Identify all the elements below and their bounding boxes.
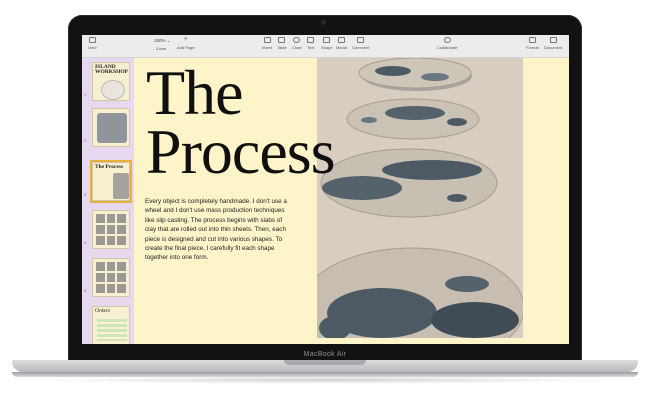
toolbar-label: Zoom	[156, 46, 167, 51]
body-paragraph: Every object is completely handmade. I d…	[145, 198, 287, 262]
lid-notch	[284, 360, 366, 365]
page-number: 2	[84, 138, 87, 143]
document-page[interactable]: The Process Every object is completely h…	[134, 57, 569, 344]
page-thumbnails-sidebar: ISLAND WORKSHOP 1 2 The Process 3 4 5 Or…	[82, 58, 134, 344]
page-thumbnail-3[interactable]: The Process	[90, 160, 132, 203]
base-lip	[12, 372, 638, 377]
media-icon	[337, 37, 345, 43]
toolbar-add-page-button[interactable]: + Add Page	[177, 36, 195, 50]
page-thumbnail-5[interactable]	[92, 258, 130, 297]
table-icon	[278, 37, 286, 43]
toolbar-label: Comment	[352, 45, 370, 50]
chart-icon	[293, 37, 301, 43]
page-thumbnail-6[interactable]: Orders	[92, 306, 130, 344]
order-table	[97, 319, 127, 341]
toolbar: View 150% ⌄ Zoom + Add Page Insert Table…	[82, 35, 569, 58]
toolbar-label: Media	[336, 45, 347, 50]
page-thumbnail-4[interactable]	[92, 210, 130, 249]
toolbar-label: Insert	[262, 45, 273, 50]
thumbnail-title: ISLAND WORKSHOP	[95, 64, 129, 75]
photo-grid	[96, 262, 126, 293]
page-margin	[523, 58, 569, 344]
zoom-select[interactable]: 150% ⌄	[154, 38, 171, 44]
document-icon	[549, 37, 557, 43]
add-page-icon: +	[183, 36, 188, 43]
toolbar-table-button[interactable]: Table	[277, 37, 287, 50]
heading-line-2: Process	[146, 116, 336, 187]
toolbar-media-button[interactable]: Media	[336, 37, 347, 50]
toolbar-label: Document	[544, 45, 563, 50]
collaborate-icon	[443, 37, 451, 43]
page-number: 4	[84, 240, 87, 245]
photo-image	[97, 113, 127, 143]
photo-grid	[96, 214, 126, 245]
insert-icon	[263, 37, 271, 43]
toolbar-insert-button[interactable]: Insert	[262, 37, 272, 50]
toolbar-label: View	[88, 45, 97, 50]
page-heading: The Process	[146, 61, 336, 184]
toolbar-label: Shape	[321, 45, 333, 50]
toolbar-chart-button[interactable]: Chart	[292, 37, 302, 50]
toolbar-collaborate-button[interactable]: Collaborate	[437, 37, 457, 50]
toolbar-label: Text	[307, 45, 315, 50]
toolbar-format-button[interactable]: Format	[526, 37, 539, 50]
toolbar-document-button[interactable]: Document	[544, 37, 562, 50]
toolbar-view-button[interactable]: View	[88, 37, 97, 50]
page-number: 1	[84, 92, 87, 97]
comment-icon	[357, 37, 365, 43]
toolbar-text-button[interactable]: Text	[307, 37, 314, 50]
laptop-base	[12, 360, 638, 377]
pages-app-window: View 150% ⌄ Zoom + Add Page Insert Table…	[82, 35, 569, 344]
toolbar-shape-button[interactable]: Shape	[321, 37, 333, 50]
toolbar-label: Collaborate	[437, 45, 458, 50]
sidebar-view-icon	[88, 37, 96, 43]
bowl-image	[101, 80, 125, 100]
thumbnail-title: The Process	[95, 164, 124, 170]
toolbar-label: Add Page	[177, 45, 195, 50]
toolbar-comment-button[interactable]: Comment	[352, 37, 369, 50]
thumbnail-title: Orders	[95, 308, 110, 314]
shape-icon	[323, 37, 331, 43]
photo-image	[113, 173, 129, 199]
camera-dot	[321, 20, 326, 25]
ceramic-plates-photo	[299, 57, 525, 344]
laptop-shadow	[40, 376, 610, 384]
page-number: 5	[84, 288, 87, 293]
text-icon	[307, 37, 315, 43]
page-thumbnail-2[interactable]	[92, 108, 130, 147]
toolbar-label: Chart	[292, 45, 302, 50]
page-number: 3	[84, 192, 87, 197]
toolbar-label: Table	[277, 45, 287, 50]
format-brush-icon	[528, 37, 536, 43]
toolbar-label: Format	[526, 45, 539, 50]
page-thumbnail-1[interactable]: ISLAND WORKSHOP	[92, 62, 130, 101]
plates-illustration	[299, 57, 525, 344]
toolbar-zoom-label: Zoom	[156, 46, 166, 51]
device-brand-label: MacBook Air	[303, 351, 347, 358]
